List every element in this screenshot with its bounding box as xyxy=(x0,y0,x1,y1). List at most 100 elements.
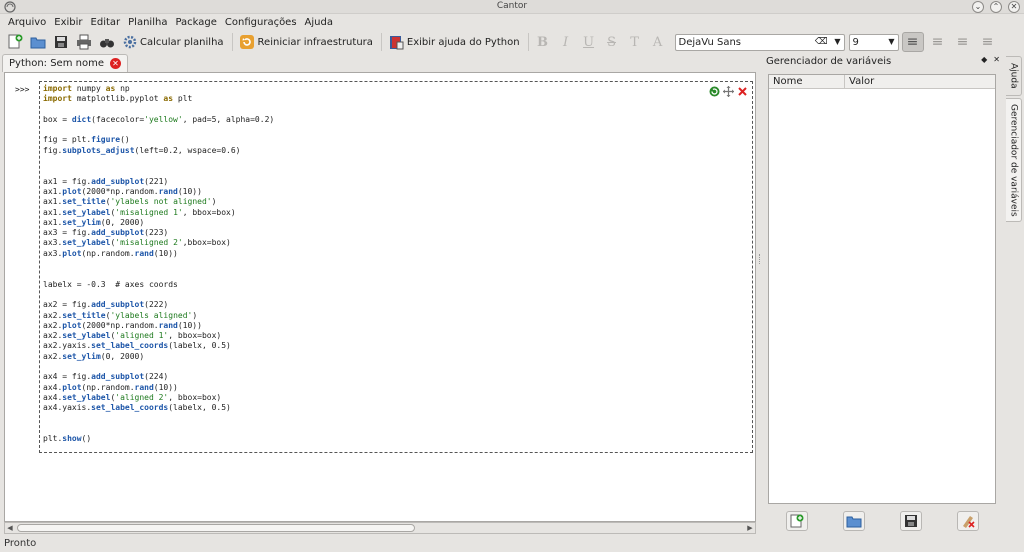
restart-backend-button[interactable]: Reiniciar infraestrutura xyxy=(237,32,375,52)
restart-backend-label: Reiniciar infraestrutura xyxy=(257,36,373,48)
code-line: ax4.set_ylabel('aligned 2', bbox=box) xyxy=(43,392,222,402)
align-left-icon[interactable]: ≡ xyxy=(901,32,924,52)
menu-exibir[interactable]: Exibir xyxy=(50,17,86,28)
align-right-icon[interactable]: ≡ xyxy=(952,32,974,52)
clear-variables-button[interactable] xyxy=(956,511,979,531)
chevron-down-icon: ▼ xyxy=(834,36,841,46)
code-line: fig = plt.figure() xyxy=(43,135,130,145)
minimize-button[interactable]: ⌄ xyxy=(972,1,984,13)
open-button[interactable] xyxy=(27,32,48,52)
font-icon[interactable]: T xyxy=(625,32,645,52)
side-tab-help-label: Ajuda xyxy=(1008,63,1019,89)
menu-bar: Arquivo Exibir Editar Planilha Package C… xyxy=(0,14,1024,30)
bold-icon[interactable]: B xyxy=(533,32,553,52)
maximize-button[interactable]: ⌃ xyxy=(990,1,1002,13)
menu-editar[interactable]: Editar xyxy=(87,17,125,28)
panel-header: Gerenciador de variáveis ◆ ✕ xyxy=(764,54,1002,68)
strikethrough-icon[interactable]: S xyxy=(602,32,622,52)
menu-ajuda[interactable]: Ajuda xyxy=(301,17,337,28)
variable-list-header: Nome Valor xyxy=(769,75,995,89)
code-line: ax2.plot(2000*np.random.rand(10)) xyxy=(43,320,202,330)
floppy-icon xyxy=(52,34,69,51)
column-value[interactable]: Valor xyxy=(845,75,874,88)
font-size-value: 9 xyxy=(852,36,859,48)
font-family-select[interactable]: DejaVu Sans ⌫ ▼ xyxy=(674,33,845,51)
printer-icon xyxy=(75,34,92,51)
code-line: ax2.set_ylabel('aligned 1', bbox=box) xyxy=(43,331,222,341)
command-prompt: >>> xyxy=(15,85,30,94)
save-variables-button[interactable] xyxy=(899,511,922,531)
align-justify-icon[interactable]: ≡ xyxy=(977,32,999,52)
chevron-down-icon: ▼ xyxy=(888,36,895,46)
code-line: ax1.set_ylabel('misaligned 1', bbox=box) xyxy=(43,207,236,217)
code-editor[interactable]: import numpy as np import matplotlib.pypl… xyxy=(43,84,274,444)
variable-list[interactable]: Nome Valor xyxy=(768,74,996,504)
scroll-left-icon[interactable]: ◀ xyxy=(5,523,15,533)
clear-icon[interactable]: ⌫ xyxy=(815,37,828,47)
tab-label: Python: Sem nome xyxy=(9,58,104,69)
italic-icon[interactable]: I xyxy=(556,32,576,52)
folder-icon xyxy=(846,516,861,528)
tab-python-worksheet[interactable]: Python: Sem nome ✕ xyxy=(2,54,128,72)
code-line: plt.show() xyxy=(43,434,92,444)
worksheet[interactable]: >>> import numpy as np import matplotlib.… xyxy=(4,72,756,522)
code-line: ax4.yaxis.set_label_coords(labelx, 0.5) xyxy=(43,403,231,413)
scroll-right-icon[interactable]: ▶ xyxy=(745,523,755,533)
evaluate-worksheet-button[interactable]: Calcular planilha xyxy=(119,32,226,52)
close-panel-icon[interactable]: ✕ xyxy=(993,55,1000,64)
print-button[interactable] xyxy=(73,32,94,52)
scrollbar-thumb[interactable] xyxy=(17,524,415,532)
panel-splitter[interactable] xyxy=(758,54,762,534)
clear-icon xyxy=(962,516,975,528)
close-window-button[interactable]: ✕ xyxy=(1008,1,1020,13)
horizontal-scrollbar[interactable]: ◀ ▶ xyxy=(4,522,756,534)
align-center-icon[interactable]: ≡ xyxy=(927,32,949,52)
code-line: ax1.set_title('ylabels not aligned') xyxy=(43,197,217,207)
evaluate-entry-icon[interactable] xyxy=(709,86,720,97)
underline-icon[interactable]: U xyxy=(579,32,599,52)
code-line: ax2 = fig.add_subplot(222) xyxy=(43,300,169,310)
code-line: ax3.set_ylabel('misaligned 2',bbox=box) xyxy=(43,238,231,248)
code-line: fig.subplots_adjust(left=0.2, wspace=0.6… xyxy=(43,145,241,155)
menu-configuracoes[interactable]: Configurações xyxy=(221,17,301,28)
text-color-icon[interactable]: A xyxy=(648,32,668,52)
column-name[interactable]: Nome xyxy=(769,75,845,88)
side-tab-help[interactable]: Ajuda xyxy=(1006,56,1022,96)
new-variable-button[interactable] xyxy=(785,511,808,531)
drag-handle-icon[interactable] xyxy=(723,86,734,97)
new-document-icon xyxy=(6,34,23,51)
code-line: ax2.set_ylim(0, 2000) xyxy=(43,351,145,361)
side-tab-variables-label: Gerenciador de variáveis xyxy=(1008,103,1019,217)
font-size-select[interactable]: 9 ▼ xyxy=(848,33,899,51)
menu-planilha[interactable]: Planilha xyxy=(124,17,171,28)
title-bar: Cantor ⌄ ⌃ ✕ xyxy=(0,0,1024,14)
save-button[interactable] xyxy=(50,32,71,52)
code-line: ax4 = fig.add_subplot(224) xyxy=(43,372,169,382)
new-button[interactable] xyxy=(4,32,25,52)
status-text: Pronto xyxy=(4,538,37,549)
code-line: import matplotlib.pyplot as plt xyxy=(43,94,193,104)
show-help-button[interactable]: Exibir ajuda do Python xyxy=(386,32,522,52)
menu-arquivo[interactable]: Arquivo xyxy=(4,17,50,28)
code-line: ax1.set_ylim(0, 2000) xyxy=(43,217,145,227)
main-toolbar: Calcular planilha Reiniciar infraestrutu… xyxy=(0,30,1024,54)
command-entry[interactable]: import numpy as np import matplotlib.pypl… xyxy=(39,81,753,453)
code-line: ax2.set_title('ylabels aligned') xyxy=(43,310,198,320)
restart-icon xyxy=(239,34,256,51)
code-line: ax3.plot(np.random.rand(10)) xyxy=(43,248,178,258)
side-tab-variables[interactable]: Gerenciador de variáveis xyxy=(1006,98,1022,222)
menu-package[interactable]: Package xyxy=(171,17,220,28)
load-variables-button[interactable] xyxy=(842,511,865,531)
panel-title: Gerenciador de variáveis xyxy=(766,55,892,67)
folder-icon xyxy=(29,34,46,51)
variable-manager-panel: Gerenciador de variáveis ◆ ✕ Nome Valor xyxy=(764,54,1002,534)
close-tab-icon[interactable]: ✕ xyxy=(109,58,121,69)
float-panel-icon[interactable]: ◆ xyxy=(981,55,987,64)
remove-entry-icon[interactable] xyxy=(737,86,748,97)
find-button[interactable] xyxy=(96,32,117,52)
